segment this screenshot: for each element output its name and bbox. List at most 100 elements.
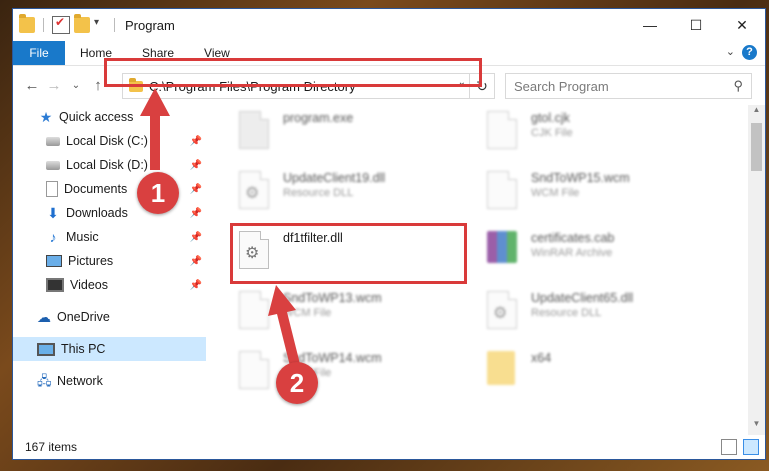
downloads-icon: ⬇ [47,205,59,221]
file-item[interactable]: SndToWP15.wcm WCM File [481,167,721,223]
back-arrow-icon[interactable]: ← [21,77,43,94]
sidebar-item-label: Local Disk (C:) [66,134,148,148]
sidebar-item-local-disk-d[interactable]: Local Disk (D:) 📌 [13,153,206,177]
file-item[interactable]: SndToWP14.wcmWCM File [233,347,473,403]
customize-toolbar-icon[interactable]: ▾ [94,17,110,33]
divider [114,18,115,32]
file-item-selected[interactable]: ⚙ df1tfilter.dll [233,227,473,283]
file-item[interactable]: SndToWP13.wcm WCM File [233,287,473,343]
file-item[interactable]: certificates.cab WinRAR Archive [481,227,721,283]
sidebar-item-label: Local Disk (D:) [66,158,148,172]
forward-arrow-icon[interactable]: → [43,77,65,94]
pin-icon[interactable]: 📌 [190,256,202,267]
pin-icon[interactable]: 📌 [190,160,202,171]
pin-icon[interactable]: 📌 [190,184,202,195]
sidebar-item-label: Videos [70,278,108,292]
document-icon [487,171,521,211]
sidebar-item-pictures[interactable]: Pictures 📌 [13,249,206,273]
search-icon: ⚲ [733,78,743,93]
sidebar-item-label: Documents [64,182,128,196]
search-placeholder: Search Program [514,78,609,94]
new-folder-icon[interactable] [74,14,90,33]
refresh-button[interactable]: ↻ [469,74,494,98]
step-1-callout: 1 [137,172,179,214]
quick-access-toolbar: ▾ [13,14,110,34]
pin-icon[interactable]: 📌 [190,280,202,291]
file-type: WinRAR Archive [531,247,613,259]
up-arrow-icon[interactable]: ↑ [87,77,109,94]
tab-home[interactable]: Home [65,46,127,60]
pin-icon[interactable]: 📌 [190,208,202,219]
dll-gear-icon: ⚙ [239,231,273,271]
sidebar-item-music[interactable]: ♪ Music 📌 [13,225,206,249]
documents-icon [46,181,58,197]
address-dropdown-icon[interactable]: ⌄ [458,77,466,88]
vertical-scrollbar[interactable]: ▲ ▼ [748,105,765,435]
expand-ribbon-icon[interactable]: ⌄ [726,45,735,58]
file-type: CJK File [531,127,573,139]
sidebar-item-quick-access[interactable]: ★ Quick access [13,105,206,129]
large-icons-view-icon[interactable] [743,439,759,455]
properties-icon[interactable] [52,15,70,34]
file-item[interactable]: ⚙ UpdateClient19.dll Resource DLL [233,167,473,223]
minimize-button[interactable]: — [627,9,673,41]
file-item[interactable]: program.exe [233,107,473,163]
document-icon [239,291,273,331]
document-icon [487,111,521,151]
file-type: WCM File [283,307,332,319]
sidebar-item-network[interactable]: 🖧 Network [13,369,206,393]
details-view-icon[interactable] [721,439,737,455]
sidebar-item-label: OneDrive [57,310,110,324]
file-item[interactable]: gtol.cjk CJK File [481,107,721,163]
sidebar-item-this-pc[interactable]: This PC [13,337,206,361]
sidebar-item-label: Downloads [66,206,128,220]
file-name: UpdateClient65.dll [531,291,634,305]
dll-gear-icon: ⚙ [487,291,521,331]
search-box[interactable]: Search Program ⚲ [505,73,752,99]
sidebar-item-label: This PC [61,342,106,356]
maximize-button[interactable]: ☐ [673,9,719,41]
scroll-thumb[interactable] [751,123,762,171]
step-2-callout: 2 [276,362,318,404]
scroll-up-icon[interactable]: ▲ [748,105,765,121]
file-type: Resource DLL [531,307,602,319]
file-item[interactable]: ⚙ UpdateClient65.dll Resource DLL [481,287,721,343]
sidebar-item-downloads[interactable]: ⬇ Downloads 📌 [13,201,206,225]
file-name: UpdateClient19.dll [283,171,386,185]
file-type: WCM File [531,187,580,199]
file-explorer-window: ▾ Program — ☐ ✕ File Home Share View ⌄ ?… [12,8,766,460]
view-switcher [721,439,759,455]
recent-locations-icon[interactable]: ⌄ [65,80,87,91]
tab-file[interactable]: File [13,41,65,65]
help-icon[interactable]: ? [742,45,757,60]
ribbon-tabs: File Home Share View ⌄ ? [13,41,765,66]
address-bar[interactable]: C:\Program Files\Program Directory ⌄ ↻ [122,73,495,99]
folder-icon [129,77,143,92]
file-name: certificates.cab [531,231,615,245]
scroll-down-icon[interactable]: ▼ [748,419,765,435]
folder-icon [487,351,521,391]
tab-view[interactable]: View [189,46,245,60]
pin-icon[interactable]: 📌 [190,136,202,147]
close-button[interactable]: ✕ [719,9,765,41]
pin-icon[interactable]: 📌 [190,232,202,243]
tab-share[interactable]: Share [127,46,189,60]
pictures-icon [46,255,62,267]
drive-icon [46,160,60,170]
sidebar-item-local-disk-c[interactable]: Local Disk (C:) 📌 [13,129,206,153]
sidebar-item-label: Quick access [59,110,134,124]
file-name: SndToWP15.wcm [531,171,630,185]
music-icon: ♪ [49,229,57,245]
folder-icon [19,14,35,33]
file-item[interactable]: x64 [481,347,721,403]
sidebar-item-onedrive[interactable]: ☁ OneDrive [13,305,206,329]
sidebar-item-videos[interactable]: Videos 📌 [13,273,206,297]
divider [43,18,44,32]
file-name: df1tfilter.dll [283,231,343,245]
star-icon: ★ [39,109,53,125]
executable-icon [239,111,273,151]
file-name: x64 [531,351,552,365]
address-path[interactable]: C:\Program Files\Program Directory [149,79,356,94]
sidebar-item-label: Pictures [68,254,114,268]
window-title: Program [125,17,175,33]
